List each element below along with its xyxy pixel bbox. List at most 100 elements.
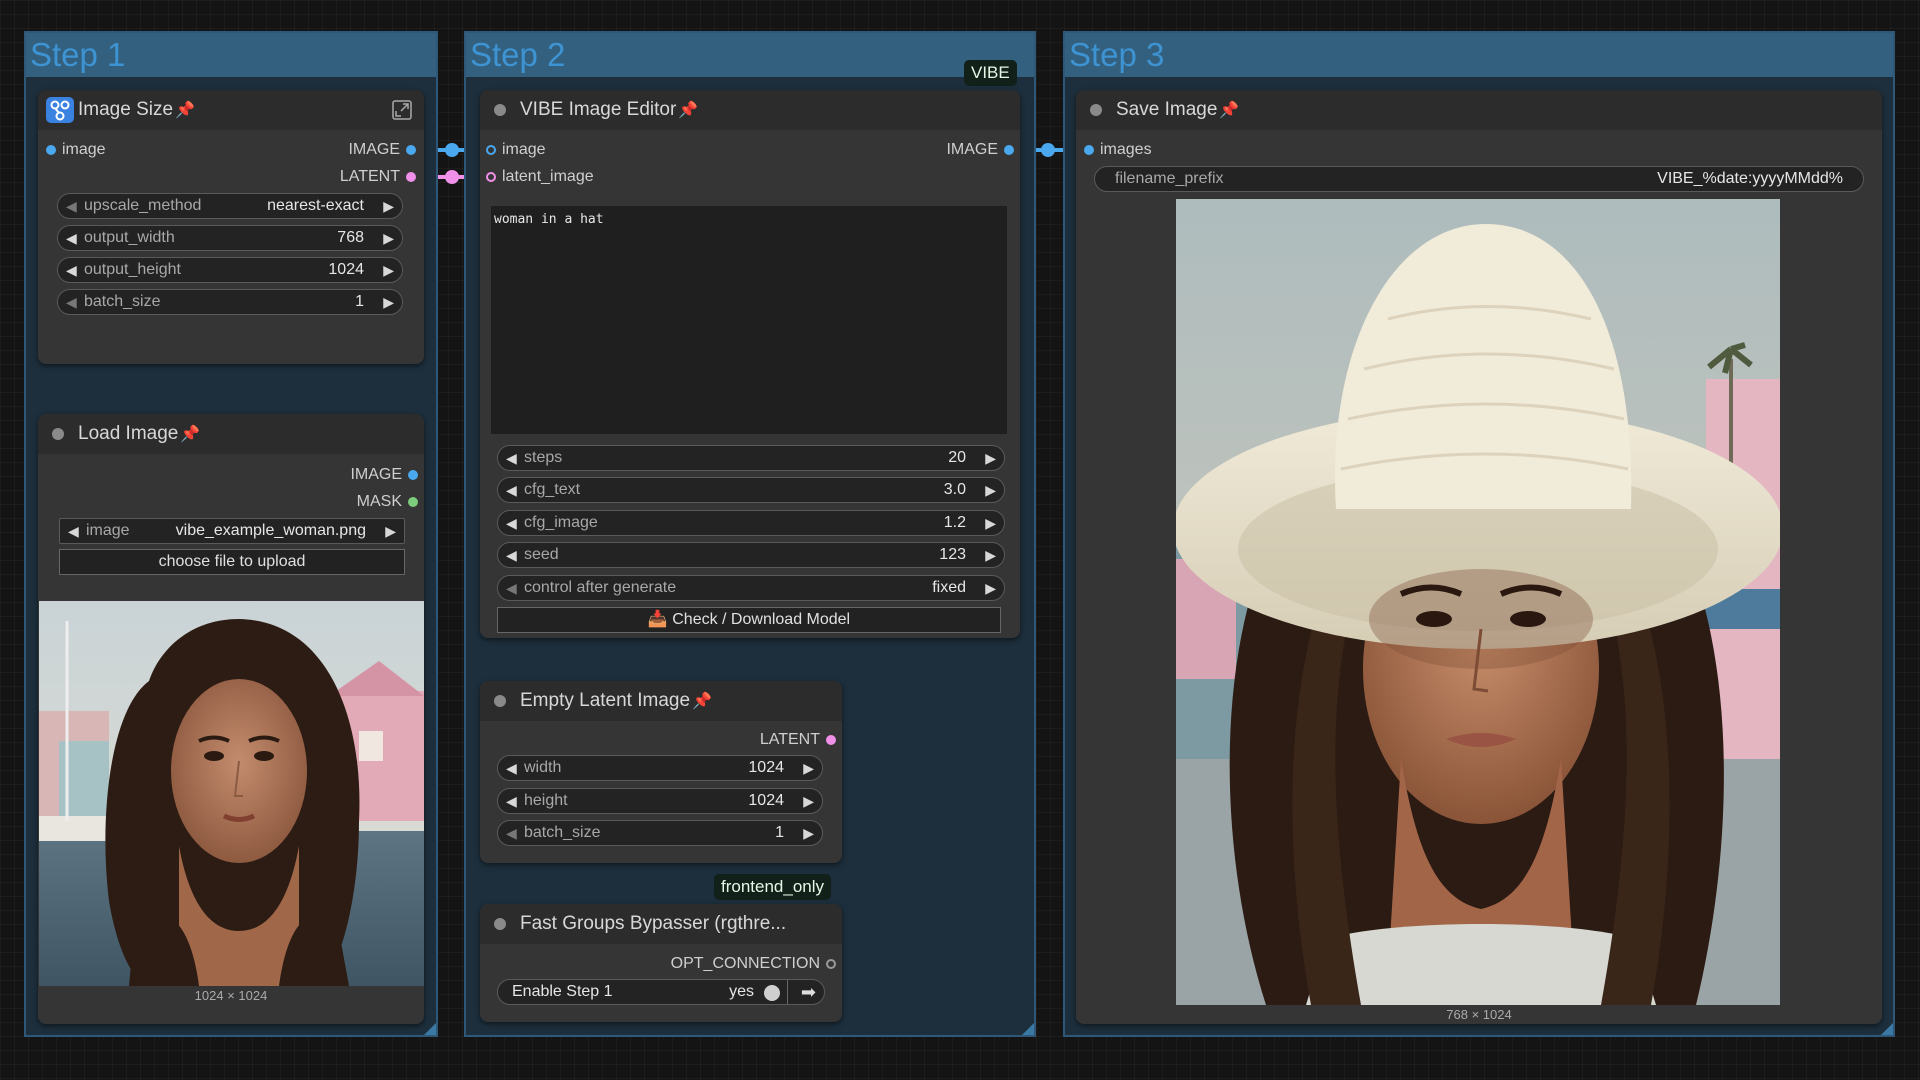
output-slot-image[interactable]: IMAGE xyxy=(946,140,1014,160)
widget-label: batch_size xyxy=(524,824,601,841)
input-slot-latent-image[interactable]: latent_image xyxy=(486,167,594,187)
group-title: Step 1 xyxy=(26,33,436,77)
increment-arrow-icon[interactable]: ▶ xyxy=(383,258,394,282)
widget-batch-size[interactable]: ◀ batch_size 1 ▶ xyxy=(57,289,403,315)
widget-batch-size[interactable]: ◀ batch_size 1 ▶ xyxy=(497,820,823,846)
node-collapse-dot[interactable] xyxy=(1090,104,1102,116)
node-collapse-dot[interactable] xyxy=(494,918,506,930)
decrement-arrow-icon[interactable]: ◀ xyxy=(506,756,517,780)
increment-arrow-icon[interactable]: ▶ xyxy=(803,821,814,845)
output-slot-mask[interactable]: MASK xyxy=(357,492,418,512)
upload-button[interactable]: choose file to upload xyxy=(59,549,405,575)
node-title-bar[interactable]: Save Image 📌 xyxy=(1076,90,1882,130)
group-resize-handle[interactable] xyxy=(1881,1023,1893,1035)
increment-arrow-icon[interactable]: ▶ xyxy=(803,789,814,813)
node-title: VIBE Image Editor 📌 xyxy=(520,90,698,131)
increment-arrow-icon[interactable]: ▶ xyxy=(383,226,394,250)
increment-arrow-icon[interactable]: ▶ xyxy=(985,543,996,567)
pin-icon[interactable]: 📌 xyxy=(678,102,698,119)
group-resize-handle[interactable] xyxy=(424,1023,436,1035)
widget-label: height xyxy=(524,792,568,809)
node-empty-latent-image[interactable]: Empty Latent Image 📌 LATENT ◀ width 1024 … xyxy=(480,681,842,863)
decrement-arrow-icon[interactable]: ◀ xyxy=(506,821,517,845)
decrement-arrow-icon[interactable]: ◀ xyxy=(506,543,517,567)
node-title-bar[interactable]: Image Size 📌 xyxy=(38,90,424,130)
node-collapse-dot[interactable] xyxy=(52,428,64,440)
pin-icon[interactable]: 📌 xyxy=(175,102,195,119)
decrement-arrow-icon[interactable]: ◀ xyxy=(506,478,517,502)
increment-arrow-icon[interactable]: ▶ xyxy=(385,519,396,543)
increment-arrow-icon[interactable]: ▶ xyxy=(985,511,996,535)
node-title-bar[interactable]: Empty Latent Image 📌 xyxy=(480,681,842,721)
output-slot-image[interactable]: IMAGE xyxy=(350,465,418,485)
group-resize-handle[interactable] xyxy=(1022,1023,1034,1035)
widget-image-file[interactable]: ◀ image vibe_example_woman.png ▶ xyxy=(59,518,405,544)
widget-width[interactable]: ◀ width 1024 ▶ xyxy=(497,755,823,781)
decrement-arrow-icon[interactable]: ◀ xyxy=(506,511,517,535)
widget-filename-prefix[interactable]: filename_prefix VIBE_%date:yyyyMMdd% xyxy=(1094,166,1864,192)
increment-arrow-icon[interactable]: ▶ xyxy=(383,194,394,218)
widget-label: upscale_method xyxy=(84,197,202,214)
toggle-knob[interactable] xyxy=(764,985,780,1001)
decrement-arrow-icon[interactable]: ◀ xyxy=(66,194,77,218)
node-title-bar[interactable]: Fast Groups Bypasser (rgthre... xyxy=(480,904,842,944)
decrement-arrow-icon[interactable]: ◀ xyxy=(66,226,77,250)
node-title-bar[interactable]: VIBE Image Editor 📌 xyxy=(480,90,1020,130)
node-vibe-image-editor[interactable]: VIBE Image Editor 📌 image latent_image IM… xyxy=(480,90,1020,638)
increment-arrow-icon[interactable]: ▶ xyxy=(803,756,814,780)
widget-seed[interactable]: ◀ seed 123 ▶ xyxy=(497,542,1005,568)
widget-label: seed xyxy=(524,546,559,563)
pin-icon[interactable]: 📌 xyxy=(180,426,200,443)
node-title-text: Save Image xyxy=(1116,99,1218,120)
widget-steps[interactable]: ◀ steps 20 ▶ xyxy=(497,445,1005,471)
widget-value: 1024 xyxy=(328,261,364,278)
pin-icon[interactable]: 📌 xyxy=(692,693,712,710)
toggle-enable-step-1[interactable]: Enable Step 1 yes ➡ xyxy=(497,979,825,1005)
slot-label: latent_image xyxy=(502,168,594,185)
node-save-image[interactable]: Save Image 📌 images filename_prefix VIBE_… xyxy=(1076,90,1882,1024)
widget-output-height[interactable]: ◀ output_height 1024 ▶ xyxy=(57,257,403,283)
node-load-image[interactable]: Load Image 📌 IMAGE MASK ◀ image vibe_exam… xyxy=(38,414,424,1024)
expand-icon[interactable] xyxy=(392,100,412,120)
node-title-bar[interactable]: Load Image 📌 xyxy=(38,414,424,454)
increment-arrow-icon[interactable]: ▶ xyxy=(985,576,996,600)
widget-control-after-generate[interactable]: ◀ control after generate fixed ▶ xyxy=(497,575,1005,601)
widget-cfg-image[interactable]: ◀ cfg_image 1.2 ▶ xyxy=(497,510,1005,536)
node-image-size[interactable]: Image Size 📌 image IMAGE LATENT ◀ upscale… xyxy=(38,90,424,364)
output-slot-latent[interactable]: LATENT xyxy=(760,730,836,750)
widget-output-width[interactable]: ◀ output_width 768 ▶ xyxy=(57,225,403,251)
increment-arrow-icon[interactable]: ▶ xyxy=(985,478,996,502)
decrement-arrow-icon[interactable]: ◀ xyxy=(66,258,77,282)
slot-label: IMAGE xyxy=(946,141,998,158)
input-slot-image[interactable]: image xyxy=(46,140,106,160)
output-slot-image[interactable]: IMAGE xyxy=(348,140,416,160)
navigate-arrow-icon[interactable]: ➡ xyxy=(801,980,816,1004)
input-slot-images[interactable]: images xyxy=(1084,140,1152,160)
link-midpoint-latent xyxy=(445,170,459,184)
decrement-arrow-icon[interactable]: ◀ xyxy=(68,519,79,543)
output-slot-opt-connection[interactable]: OPT_CONNECTION xyxy=(671,954,836,974)
decrement-arrow-icon[interactable]: ◀ xyxy=(506,446,517,470)
pin-icon[interactable]: 📌 xyxy=(1219,102,1239,119)
widget-height[interactable]: ◀ height 1024 ▶ xyxy=(497,788,823,814)
prompt-textarea[interactable]: woman in a hat xyxy=(491,206,1007,434)
check-download-model-button[interactable]: 📥 Check / Download Model xyxy=(497,607,1001,633)
input-slot-image[interactable]: image xyxy=(486,140,546,160)
decrement-arrow-icon[interactable]: ◀ xyxy=(66,290,77,314)
widget-cfg-text[interactable]: ◀ cfg_text 3.0 ▶ xyxy=(497,477,1005,503)
decrement-arrow-icon[interactable]: ◀ xyxy=(506,789,517,813)
node-collapse-dot[interactable] xyxy=(494,695,506,707)
slot-dot xyxy=(408,497,418,507)
widget-value: 3.0 xyxy=(943,481,966,498)
node-collapse-dot[interactable] xyxy=(494,104,506,116)
output-slot-latent[interactable]: LATENT xyxy=(340,167,416,187)
node-fast-groups-bypasser[interactable]: Fast Groups Bypasser (rgthre... OPT_CONN… xyxy=(480,904,842,1022)
widget-upscale-method[interactable]: ◀ upscale_method nearest-exact ▶ xyxy=(57,193,403,219)
node-graph-icon xyxy=(46,97,74,123)
slot-dot xyxy=(406,145,416,155)
node-title: Fast Groups Bypasser (rgthre... xyxy=(520,913,787,934)
node-title-text: Image Size xyxy=(78,99,174,120)
decrement-arrow-icon[interactable]: ◀ xyxy=(506,576,517,600)
increment-arrow-icon[interactable]: ▶ xyxy=(383,290,394,314)
increment-arrow-icon[interactable]: ▶ xyxy=(985,446,996,470)
